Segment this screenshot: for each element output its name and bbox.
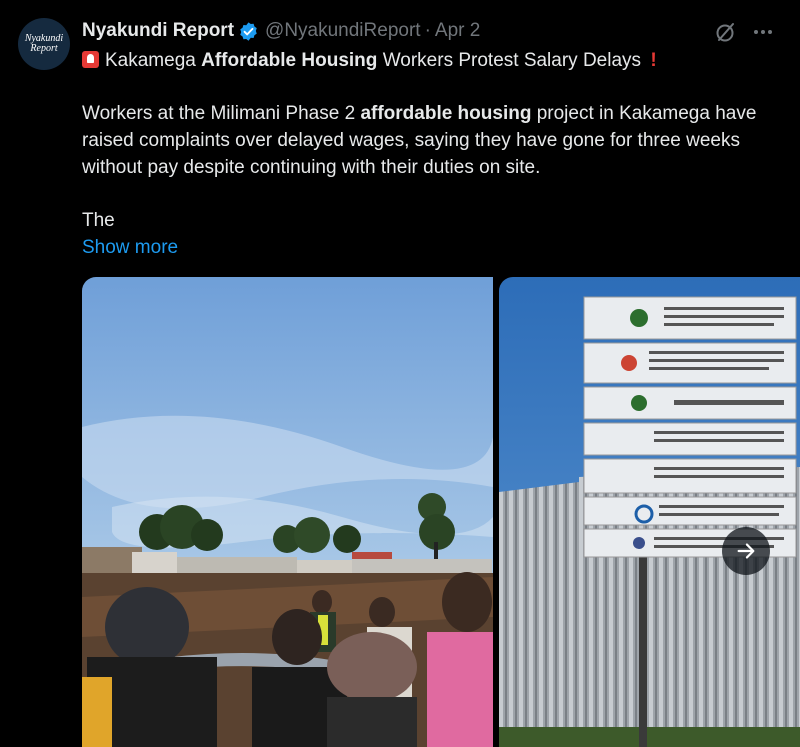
tweet-headline: Kakamega Affordable Housing Workers Prot… [82, 48, 657, 74]
show-more-link[interactable]: Show more [82, 234, 178, 261]
exclamation-icon: ! [650, 50, 657, 71]
more-icon[interactable] [751, 20, 775, 44]
headline-part1: Kakamega [105, 50, 196, 71]
verified-icon [240, 21, 257, 41]
body-bold: affordable housing [360, 103, 532, 124]
siren-icon [82, 51, 99, 68]
avatar-line2: Report [30, 43, 58, 54]
tweet-header: Nyakundi Report @NyakundiReport · Apr 2 [82, 18, 480, 44]
timestamp[interactable]: Apr 2 [435, 20, 480, 42]
grok-icon[interactable] [714, 20, 738, 44]
construction-site-photo[interactable] [82, 277, 493, 747]
avatar[interactable]: Nyakundi Report [18, 18, 70, 70]
body-part1: Workers at the Milimani Phase 2 [82, 103, 361, 124]
body-truncated: The [82, 210, 115, 231]
arrow-right-icon [737, 543, 755, 559]
headline-bold: Affordable Housing [201, 50, 378, 71]
separator: · [424, 20, 431, 41]
next-arrow-button[interactable] [722, 527, 770, 575]
tweet-body: Workers at the Milimani Phase 2 affordab… [82, 100, 782, 181]
project-signboard-photo[interactable] [499, 277, 800, 747]
tweet: Nyakundi Report Nyakundi Report @Nyakund… [0, 0, 800, 747]
headline-part2: Workers Protest Salary Delays [382, 50, 642, 71]
media-carousel [82, 277, 800, 747]
handle[interactable]: @NyakundiReport [265, 20, 421, 42]
display-name[interactable]: Nyakundi Report [82, 20, 234, 42]
signboard-rows [583, 296, 797, 558]
